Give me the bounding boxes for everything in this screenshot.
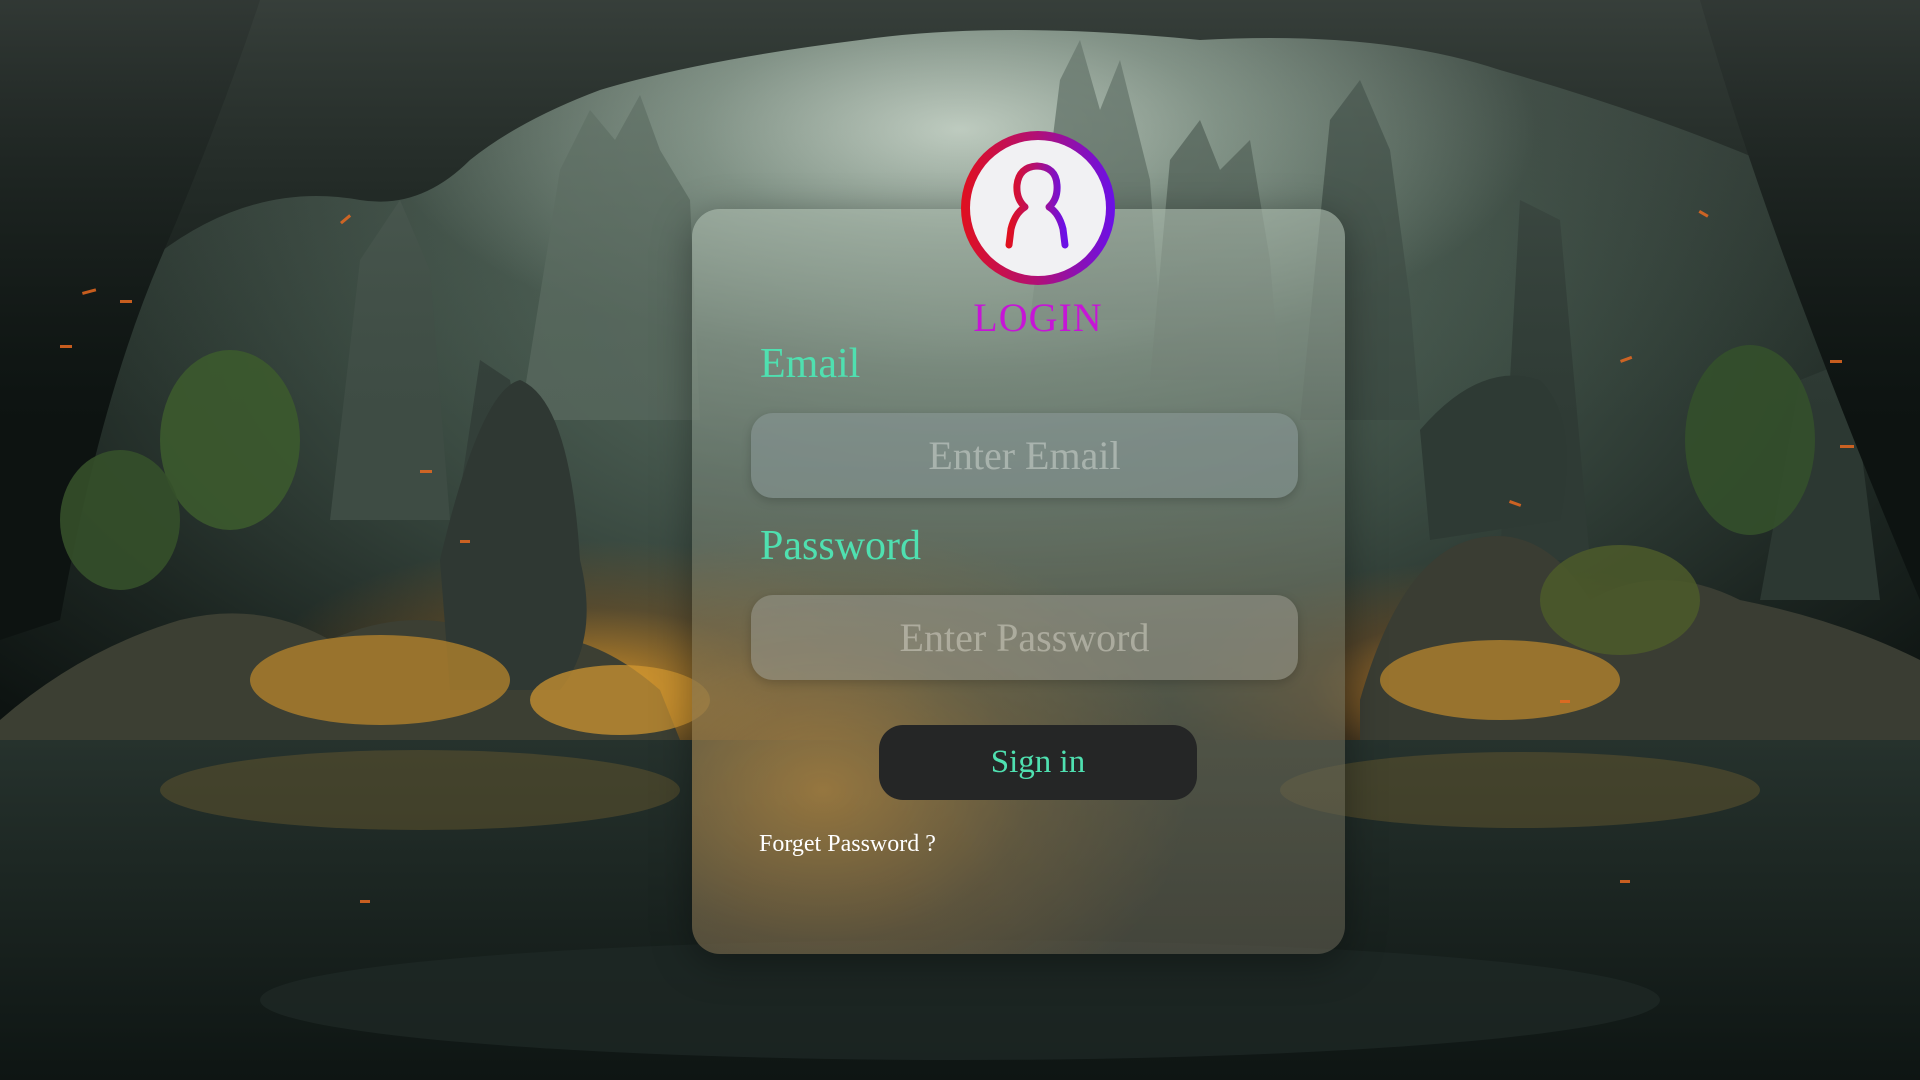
forget-password-link[interactable]: Forget Password ? <box>759 829 936 859</box>
user-silhouette-icon <box>1005 162 1069 249</box>
password-label: Password <box>760 523 922 569</box>
sign-in-button[interactable]: Sign in <box>879 725 1197 800</box>
email-input[interactable] <box>751 413 1298 498</box>
login-title: LOGIN <box>973 295 1103 340</box>
email-label: Email <box>760 341 861 387</box>
user-avatar-icon <box>961 131 1115 285</box>
password-input[interactable] <box>751 595 1298 680</box>
